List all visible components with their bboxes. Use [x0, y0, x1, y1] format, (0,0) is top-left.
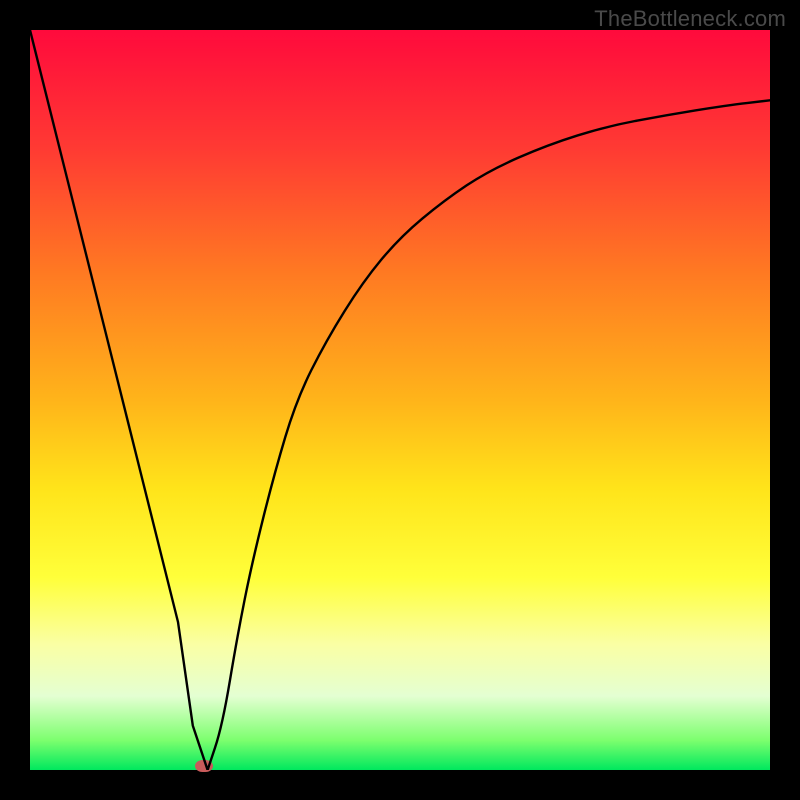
watermark-text: TheBottleneck.com [594, 6, 786, 32]
chart-area [30, 30, 770, 770]
bottleneck-curve [30, 30, 770, 770]
